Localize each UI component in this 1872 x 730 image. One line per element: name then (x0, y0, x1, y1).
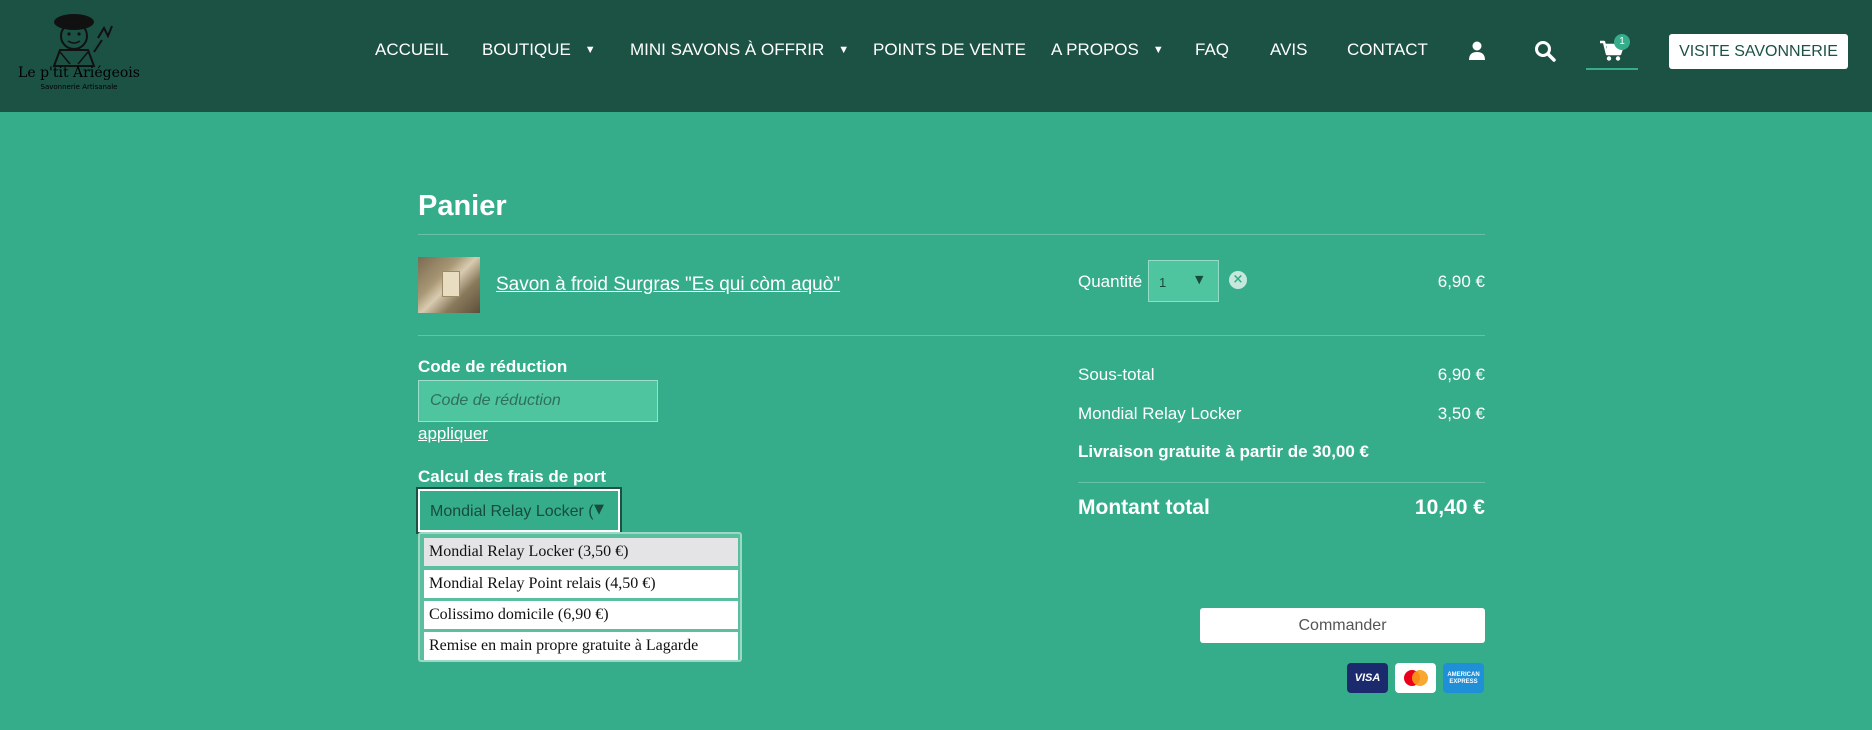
nav-accueil[interactable]: ACCUEIL (375, 40, 449, 60)
divider (418, 234, 1485, 235)
logo-title: Le p'tit Ariégeois (18, 65, 140, 81)
nav-label: A PROPOS (1051, 40, 1139, 59)
page-title: Panier (418, 190, 507, 222)
caret-down-icon: ▼ (1152, 44, 1164, 56)
nav-contact[interactable]: CONTACT (1347, 40, 1428, 60)
logo-subtitle: Savonnerie Artisanale (40, 83, 118, 91)
shipping-summary-label: Mondial Relay Locker (1078, 404, 1242, 423)
caret-down-icon: ▼ (838, 44, 850, 56)
nav-a-propos[interactable]: A PROPOS ▼ (1051, 40, 1164, 60)
visa-text: VISA (1354, 672, 1381, 684)
shipping-option[interactable]: Mondial Relay Point relais (4,50 €) (424, 570, 738, 598)
coupon-label: Code de réduction (418, 357, 568, 376)
amex-text: AMERICAN EXPRESS (1447, 672, 1480, 685)
total-value: 10,40 € (1414, 496, 1485, 519)
nav-label: CONTACT (1347, 40, 1428, 59)
nav-avis[interactable]: AVIS (1270, 40, 1307, 60)
quantity-select[interactable]: 1 ▼ (1148, 260, 1219, 302)
subtotal-value: 6,90 € (1437, 365, 1485, 384)
user-icon[interactable] (1468, 41, 1486, 65)
logo-character-icon (52, 14, 113, 67)
total-label: Montant total (1078, 496, 1210, 519)
nav-label: AVIS (1270, 40, 1308, 59)
line-item-price: 6,90 € (1437, 272, 1485, 291)
shipping-options-dropdown: Mondial Relay Locker (3,50 €) Mondial Re… (418, 532, 742, 662)
remove-item-icon[interactable]: × (1229, 271, 1247, 289)
shipping-method-select[interactable]: Mondial Relay Locker (3,50 €) ▼ (416, 487, 622, 534)
coupon-input[interactable] (418, 380, 658, 422)
nav-label: FAQ (1195, 40, 1230, 59)
free-shipping-notice: Livraison gratuite à partir de 30,00 € (1078, 442, 1370, 461)
nav-points-de-vente[interactable]: POINTS DE VENTE (873, 40, 1026, 60)
cart-count-badge: 1 (1614, 34, 1630, 50)
shipping-option[interactable]: Colissimo domicile (6,90 €) (424, 601, 738, 629)
amex-icon: AMERICAN EXPRESS (1443, 663, 1484, 693)
nav-label: BOUTIQUE (482, 40, 571, 59)
shipping-option[interactable]: Mondial Relay Locker (3,50 €) (424, 538, 738, 566)
visa-icon: VISA (1347, 663, 1388, 693)
shipping-summary-value: 3,50 € (1437, 404, 1485, 423)
caret-down-icon: ▼ (1195, 273, 1204, 286)
divider (418, 335, 1485, 336)
nav-boutique[interactable]: BOUTIQUE ▼ (482, 40, 596, 60)
site-logo[interactable]: Le p'tit Ariégeois Savonnerie Artisanale (14, 8, 140, 96)
search-icon[interactable] (1534, 40, 1556, 66)
subtotal-label: Sous-total (1078, 365, 1155, 384)
cart-active-indicator (1586, 68, 1638, 70)
nav-label: MINI SAVONS À OFFRIR (630, 40, 825, 59)
caret-down-icon: ▼ (584, 44, 596, 56)
nav-label: POINTS DE VENTE (873, 40, 1027, 59)
quantity-label: Quantité (1078, 272, 1143, 291)
visite-savonnerie-button[interactable]: VISITE SAVONNERIE (1669, 34, 1848, 69)
mastercard-icon (1395, 663, 1436, 693)
shipping-selected-value: Mondial Relay Locker (3,50 €) (430, 503, 618, 520)
divider (1078, 482, 1485, 483)
site-header: Le p'tit Ariégeois Savonnerie Artisanale… (0, 0, 1872, 112)
nav-mini-savons[interactable]: MINI SAVONS À OFFRIR ▼ (630, 40, 849, 60)
shipping-label: Calcul des frais de port (418, 467, 606, 486)
caret-down-icon: ▼ (594, 502, 618, 520)
checkout-button[interactable]: Commander (1200, 608, 1485, 643)
product-name-link[interactable]: Savon à froid Surgras "Es qui còm aquò" (496, 274, 840, 296)
product-thumbnail[interactable] (418, 257, 480, 313)
nav-faq[interactable]: FAQ (1195, 40, 1229, 60)
shipping-option[interactable]: Remise en main propre gratuite à Lagarde (424, 632, 738, 660)
quantity-value: 1 (1159, 275, 1167, 290)
apply-coupon-link[interactable]: appliquer (418, 424, 488, 444)
soap-image-icon (442, 271, 460, 297)
nav-label: ACCUEIL (375, 40, 449, 59)
